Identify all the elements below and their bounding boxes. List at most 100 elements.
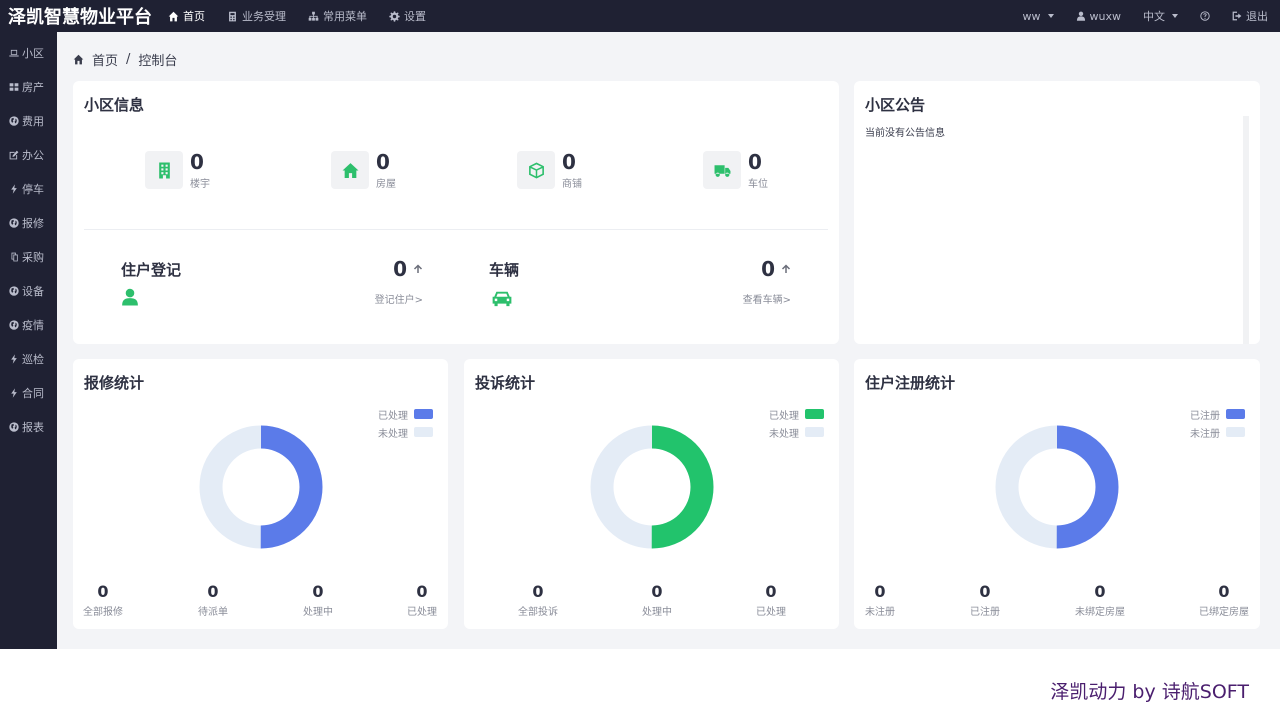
register-resident-link[interactable]: 登记住户> (375, 291, 423, 306)
stat-icon-box (145, 151, 183, 189)
owner-registration-title: 住户注册统计 (865, 374, 956, 392)
sidebar-item-label: 办公 (22, 149, 44, 162)
sidebar-item-purchase[interactable]: 采购 (0, 240, 57, 274)
user-menu[interactable]: wuxw (1076, 10, 1121, 23)
footer-value: 0 (765, 582, 777, 601)
home-icon (168, 11, 179, 21)
resident-count: 0 (393, 257, 407, 281)
complaint-stats-title: 投诉统计 (475, 374, 536, 392)
sidebar-item-epidemic[interactable]: 疫情 (0, 308, 57, 342)
globe-icon (9, 116, 19, 126)
notice-scrollbar[interactable] (1243, 116, 1249, 344)
sitemap-icon (308, 11, 319, 21)
legend-item[interactable]: 未处理 (769, 423, 824, 441)
legend-label: 未处理 (769, 428, 799, 440)
vehicle-stat: 0 查看车辆> (743, 257, 791, 306)
repair-stats-title: 报修统计 (84, 374, 145, 392)
legend-swatch (1226, 427, 1245, 437)
sidebar-item-reports[interactable]: 报表 (0, 410, 57, 444)
complaint-donut-chart[interactable] (590, 425, 714, 549)
stat-label: 楼宇 (190, 179, 210, 190)
logout-label: 退出 (1246, 10, 1268, 23)
legend-label: 未处理 (378, 428, 408, 440)
legend-item[interactable]: 已处理 (378, 405, 433, 423)
legend-item[interactable]: 已处理 (769, 405, 824, 423)
vehicle-block: 车辆 (489, 259, 519, 312)
view-vehicles-link[interactable]: 查看车辆> (743, 291, 791, 306)
legend-swatch (414, 427, 433, 437)
top-nav: 首页 业务受理 常用菜单 设置 (168, 8, 448, 24)
globe-icon (9, 218, 19, 228)
footer-value: 0 (979, 582, 991, 601)
chart-legend: 已处理 未处理 (769, 405, 824, 441)
legend-swatch (805, 409, 824, 419)
sidebar: 小区 房产 费用 办公 停车 报修 采购 设备 疫情 巡检 合同 报表 (0, 32, 57, 649)
home-icon (73, 54, 84, 65)
legend-item[interactable]: 已注册 (1190, 405, 1245, 423)
legend-swatch (414, 409, 433, 419)
legend-item[interactable]: 未注册 (1190, 423, 1245, 441)
stat-value: 0 (190, 150, 204, 174)
community-dropdown[interactable]: ww (1023, 10, 1054, 23)
nav-business[interactable]: 业务受理 (227, 8, 286, 24)
logout-button[interactable]: 退出 (1232, 8, 1268, 24)
footer-label: 未绑定房屋 (1075, 607, 1125, 618)
sidebar-item-community[interactable]: 小区 (0, 36, 57, 70)
footer-stat: 0 已处理 (407, 583, 437, 619)
stat-shops[interactable]: 0 商铺 (517, 151, 582, 190)
bolt-icon (11, 388, 17, 398)
repair-donut-chart[interactable] (199, 425, 323, 549)
sidebar-item-contract[interactable]: 合同 (0, 376, 57, 410)
owner-donut-chart[interactable] (995, 425, 1119, 549)
language-dropdown[interactable]: 中文 (1143, 8, 1178, 24)
breadcrumb-current: 控制台 (138, 54, 178, 69)
nav-settings[interactable]: 设置 (389, 8, 426, 24)
legend-label: 已处理 (769, 410, 799, 422)
sidebar-item-parking[interactable]: 停车 (0, 172, 57, 206)
building-icon (158, 162, 170, 178)
edit-icon (9, 150, 19, 160)
vehicle-title: 车辆 (489, 261, 520, 279)
footer-value: 0 (312, 582, 324, 601)
community-info-card: 小区信息 0 楼宇 0 房屋 0 商铺 0 车位 住户登记 0 登记住户> 车辆… (73, 81, 839, 344)
user-name: wuxw (1089, 9, 1121, 23)
sidebar-item-repair[interactable]: 报修 (0, 206, 57, 240)
breadcrumb-home[interactable]: 首页 (92, 50, 118, 69)
gear-icon (389, 10, 400, 22)
footer-label: 全部报修 (83, 607, 123, 618)
caret-down-icon (1047, 14, 1054, 18)
cube-icon (528, 162, 544, 178)
nav-common-menu[interactable]: 常用菜单 (308, 8, 367, 24)
sidebar-item-label: 房产 (22, 81, 44, 94)
stat-label: 商铺 (562, 179, 582, 190)
caret-down-icon (1172, 14, 1178, 18)
nav-home[interactable]: 首页 (168, 8, 205, 24)
sidebar-item-fees[interactable]: 费用 (0, 104, 57, 138)
user-icon (1076, 11, 1085, 21)
chart-legend: 已处理 未处理 (378, 405, 433, 441)
sidebar-item-equipment[interactable]: 设备 (0, 274, 57, 308)
stat-houses[interactable]: 0 房屋 (331, 151, 396, 190)
app-title[interactable]: 泽凯智慧物业平台 (0, 3, 168, 29)
notice-empty-text: 当前没有公告信息 (865, 128, 945, 139)
help-button[interactable] (1200, 11, 1210, 21)
legend-item[interactable]: 未处理 (378, 423, 433, 441)
nav-common-menu-label: 常用菜单 (323, 10, 367, 23)
footer-label: 待派单 (198, 607, 228, 618)
chart-legend: 已注册 未注册 (1190, 405, 1245, 441)
sidebar-item-property[interactable]: 房产 (0, 70, 57, 104)
footer-stat: 0 处理中 (642, 583, 672, 619)
globe-icon (9, 320, 19, 330)
notice-title: 小区公告 (865, 96, 926, 114)
sidebar-item-office[interactable]: 办公 (0, 138, 57, 172)
stat-buildings[interactable]: 0 楼宇 (145, 151, 210, 190)
footer-label: 已绑定房屋 (1199, 607, 1249, 618)
community-info-title: 小区信息 (84, 96, 145, 114)
nav-settings-label: 设置 (404, 10, 426, 23)
sidebar-item-inspection[interactable]: 巡检 (0, 342, 57, 376)
car-icon (492, 291, 512, 307)
stat-parking-spaces[interactable]: 0 车位 (703, 151, 768, 190)
stat-icon-box (517, 151, 555, 189)
stat-icon-box (331, 151, 369, 189)
language-value: 中文 (1143, 10, 1165, 23)
